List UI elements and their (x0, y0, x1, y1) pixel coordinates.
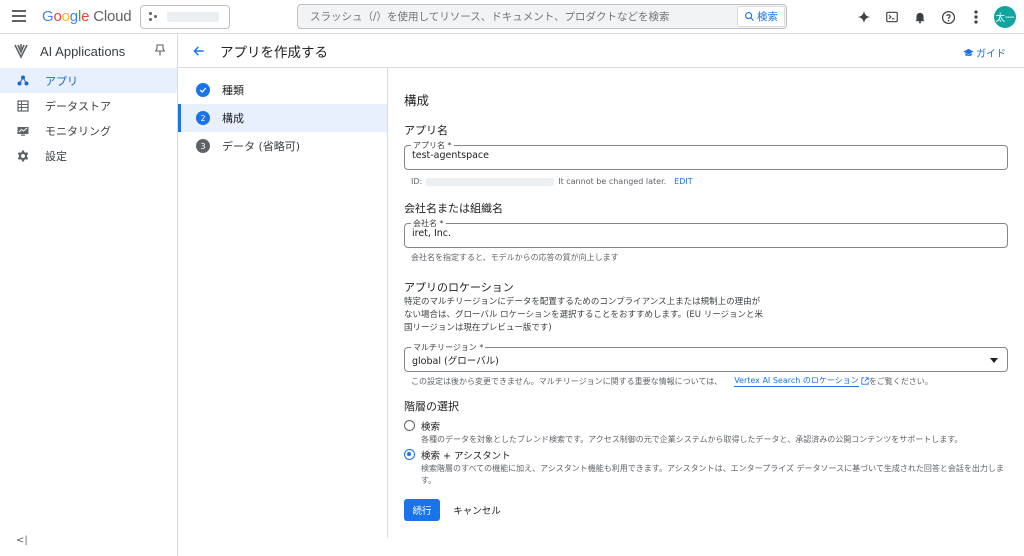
form-heading: 構成 (404, 93, 430, 108)
app-id-row: ID: It cannot be changed later. EDIT (411, 177, 693, 186)
pin-icon[interactable] (154, 44, 166, 59)
continue-button[interactable]: 続行 (404, 499, 440, 521)
google-cloud-logo[interactable]: Google Cloud (42, 8, 132, 25)
step-data[interactable]: 3 データ (省略可) (178, 132, 387, 160)
check-circle-icon (196, 83, 210, 97)
id-note: It cannot be changed later. (558, 177, 667, 186)
dropdown-arrow-icon (990, 358, 998, 363)
data-store-icon (17, 99, 29, 112)
logo-letter: G (42, 8, 54, 25)
search-button[interactable]: 検索 (737, 6, 785, 27)
location-hint-text: この設定は後から変更できません。マルチリージョンに関する重要な情報については、 (411, 376, 723, 386)
logo-letter: e (81, 8, 90, 25)
sidebar-item-apps[interactable]: アプリ (0, 68, 177, 93)
step-config[interactable]: 2 構成 (178, 104, 387, 132)
ai-applications-logo-icon (14, 44, 28, 59)
search-button-label: 検索 (757, 11, 778, 23)
vertex-location-link[interactable]: Vertex AI Search のロケーション (734, 375, 859, 387)
project-picker[interactable] (140, 5, 230, 29)
location-section-title: アプリのロケーション (404, 281, 514, 294)
app-name-field[interactable]: アプリ名 * (404, 140, 1008, 170)
multiregion-value: global (グローバル) (412, 356, 499, 367)
account-avatar[interactable]: 太一 (994, 6, 1016, 28)
sidebar-item-settings[interactable]: 設定 (0, 143, 177, 168)
guide-link[interactable]: ガイド (963, 45, 1006, 60)
step-number: 3 (196, 139, 210, 153)
app-name-section-title: アプリ名 (404, 124, 448, 137)
location-hint: この設定は後から変更できません。マルチリージョンに関する重要な情報については、 … (411, 375, 933, 387)
step-label: 構成 (222, 112, 244, 125)
sidebar-item-monitoring[interactable]: モニタリング (0, 118, 177, 143)
settings-icon (17, 150, 29, 161)
back-arrow-icon[interactable] (192, 44, 206, 58)
cancel-button[interactable]: キャンセル (452, 499, 502, 521)
company-name-field[interactable]: 会社名 * (404, 218, 1008, 248)
guide-label: ガイド (976, 49, 1006, 60)
step-label: 種類 (222, 84, 244, 97)
id-edit-link[interactable]: EDIT (674, 177, 692, 186)
sidebar: AI Applications アプリ データストア モニタリング 設定 <| (0, 34, 178, 556)
app-id-redacted (426, 177, 555, 186)
sidebar-item-label: モニタリング (45, 124, 111, 138)
monitoring-icon (17, 126, 29, 136)
tier-description: 検索階層のすべての機能に加え、アシスタント機能も利用できます。アシスタントは、エ… (421, 464, 1004, 485)
top-bar: Google Cloud 検索 太一 (0, 0, 1024, 34)
multiregion-label: マルチリージョン * (411, 342, 486, 353)
tier-description: 各種のデータを対象としたブレンド検索です。アクセス制御の元で企業システムから取得… (421, 435, 963, 444)
logo-letter: o (53, 8, 62, 25)
stepper: 種類 2 構成 3 データ (省略可) (178, 68, 388, 538)
notifications-icon[interactable] (906, 3, 934, 31)
search-bar: 検索 (297, 4, 787, 29)
tier-option-search[interactable]: 検索 各種のデータを対象としたブレンド検索です。アクセス制御の元で企業システムか… (404, 419, 1016, 446)
app-name-input[interactable] (412, 150, 972, 161)
location-hint-tail: をご覧ください。 (868, 376, 933, 386)
sidebar-item-data-store[interactable]: データストア (0, 93, 177, 118)
radio-button-selected[interactable] (404, 449, 415, 460)
logo-word: Cloud (89, 8, 132, 25)
page-title: アプリを作成する (220, 44, 328, 61)
logo-letter: o (61, 8, 70, 25)
page-header: アプリを作成する ガイド (178, 34, 1024, 68)
more-vert-icon[interactable] (962, 3, 990, 31)
top-actions: 太一 (850, 0, 1024, 34)
search-icon (745, 12, 755, 22)
sidebar-item-label: データストア (45, 99, 111, 113)
tier-label: 検索 + アシスタント (421, 451, 511, 462)
project-icon (149, 12, 159, 22)
company-section-title: 会社名または組織名 (404, 202, 503, 215)
open-in-new-icon (861, 377, 869, 385)
sidebar-item-label: 設定 (45, 149, 67, 163)
collapse-sidebar-button[interactable]: <| (16, 535, 28, 546)
school-icon (963, 48, 974, 56)
main-menu-icon[interactable] (12, 10, 26, 22)
cloud-shell-icon[interactable] (878, 3, 906, 31)
company-name-input[interactable] (412, 228, 972, 239)
tier-label: 検索 (421, 422, 441, 433)
logo-letter: g (69, 8, 78, 25)
help-icon[interactable] (934, 3, 962, 31)
step-number: 2 (196, 111, 210, 125)
product-title: AI Applications (40, 43, 126, 59)
company-hint: 会社名を指定すると、モデルからの応答の質が向上します (411, 253, 619, 262)
radio-button[interactable] (404, 420, 415, 431)
multiregion-select[interactable]: マルチリージョン * global (グローバル) (404, 342, 1008, 372)
tier-option-text: 検索 + アシスタント 検索階層のすべての機能に加え、アシスタント機能も利用でき… (421, 448, 1016, 487)
gemini-icon[interactable] (850, 3, 878, 31)
sidebar-item-label: アプリ (45, 74, 78, 88)
step-type[interactable]: 種類 (178, 76, 387, 104)
tier-option-search-assistant[interactable]: 検索 + アシスタント 検索階層のすべての機能に加え、アシスタント機能も利用でき… (404, 448, 1016, 487)
location-description: 特定のマルチリージョンにデータを配置するためのコンプライアンス上または規制上の理… (404, 297, 764, 333)
apps-icon (17, 75, 29, 85)
sidebar-header: AI Applications (0, 34, 177, 68)
id-prefix: ID: (411, 177, 423, 186)
step-label: データ (省略可) (222, 140, 301, 153)
tier-section-title: 階層の選択 (404, 400, 459, 413)
tier-option-text: 検索 各種のデータを対象としたブレンド検索です。アクセス制御の元で企業システムか… (421, 419, 1016, 446)
project-name-redacted (167, 12, 219, 22)
search-input[interactable] (298, 5, 737, 28)
